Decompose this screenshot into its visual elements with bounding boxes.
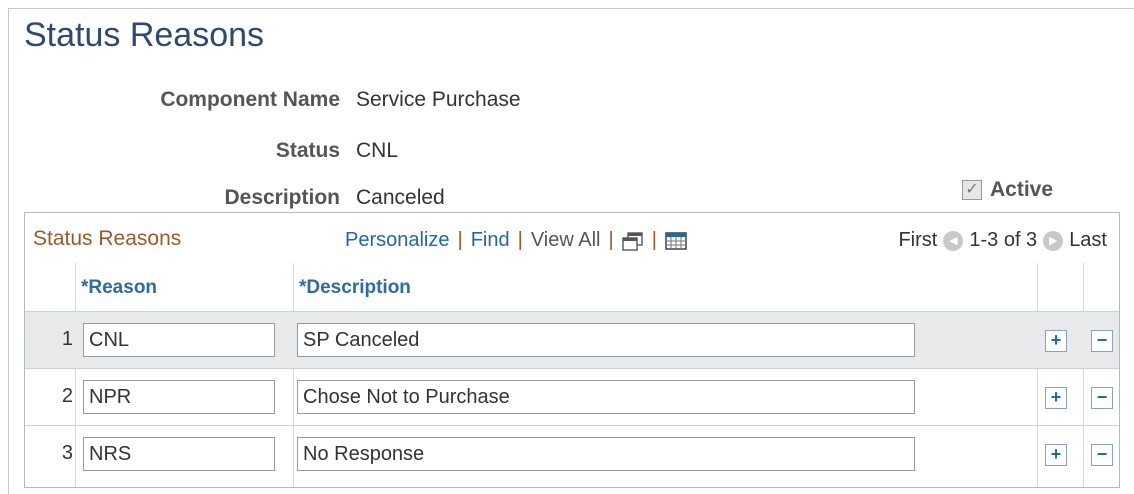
status-row: Status xyxy=(0,139,340,165)
column-header-row: *Reason *Description xyxy=(25,263,1119,311)
active-checkbox-group: ✓ Active xyxy=(962,178,1053,202)
toolbar-separator: | xyxy=(517,229,523,251)
component-name-label: Component Name xyxy=(160,88,340,111)
find-link[interactable]: Find xyxy=(471,229,510,252)
previous-arrow-icon[interactable]: ◀ xyxy=(943,230,964,251)
description-value: Canceled xyxy=(356,186,445,209)
status-reasons-grid: Status Reasons Personalize | Find | View… xyxy=(24,212,1120,488)
add-row-button[interactable]: + xyxy=(1045,444,1067,466)
pager-range: 1-3 of 3 xyxy=(969,229,1038,251)
grid-title: Status Reasons xyxy=(33,227,182,250)
toolbar-separator: | xyxy=(608,229,614,251)
reason-input[interactable] xyxy=(83,380,275,414)
view-all-link[interactable]: View All xyxy=(531,229,601,252)
status-value: CNL xyxy=(356,139,399,162)
grid-pager: First ◀ 1-3 of 3 ▶ Last xyxy=(898,229,1107,252)
table-row: 3 + − xyxy=(25,425,1119,482)
add-row-button[interactable]: + xyxy=(1045,387,1067,409)
new-window-icon[interactable] xyxy=(622,231,644,251)
row-number: 2 xyxy=(61,385,73,407)
status-label: Status xyxy=(275,139,340,162)
active-label: Active xyxy=(990,178,1054,201)
toolbar-separator: | xyxy=(457,229,463,251)
add-row-button[interactable]: + xyxy=(1045,330,1067,352)
table-row: 2 + − xyxy=(25,368,1119,425)
table-row: 1 + − xyxy=(25,311,1119,368)
description-input[interactable] xyxy=(297,323,915,357)
description-label: Description xyxy=(224,186,340,209)
grid-toolbar: Personalize | Find | View All | | xyxy=(345,229,687,252)
reason-column-header: *Reason xyxy=(81,277,158,298)
spreadsheet-download-icon[interactable] xyxy=(665,231,687,250)
component-name-row: Component Name xyxy=(0,88,340,114)
description-input[interactable] xyxy=(297,437,915,471)
grid-header: Status Reasons Personalize | Find | View… xyxy=(25,213,1119,264)
reason-input[interactable] xyxy=(83,437,275,471)
page-title: Status Reasons xyxy=(24,16,265,54)
pager-last[interactable]: Last xyxy=(1069,229,1107,252)
description-input[interactable] xyxy=(297,380,915,414)
next-arrow-icon[interactable]: ▶ xyxy=(1043,230,1064,251)
reason-input[interactable] xyxy=(83,323,275,357)
description-row: Description xyxy=(0,186,340,212)
active-checkbox[interactable]: ✓ xyxy=(962,180,982,200)
row-number: 3 xyxy=(61,442,73,464)
toolbar-separator: | xyxy=(651,229,657,251)
row-number: 1 xyxy=(61,328,73,350)
delete-row-button[interactable]: − xyxy=(1091,444,1113,466)
description-column-header: *Description xyxy=(299,277,411,298)
checkmark-icon: ✓ xyxy=(965,181,979,198)
personalize-link[interactable]: Personalize xyxy=(345,229,450,252)
pager-first[interactable]: First xyxy=(898,229,937,252)
delete-row-button[interactable]: − xyxy=(1091,330,1113,352)
delete-row-button[interactable]: − xyxy=(1091,387,1113,409)
component-name-value: Service Purchase xyxy=(356,88,521,111)
